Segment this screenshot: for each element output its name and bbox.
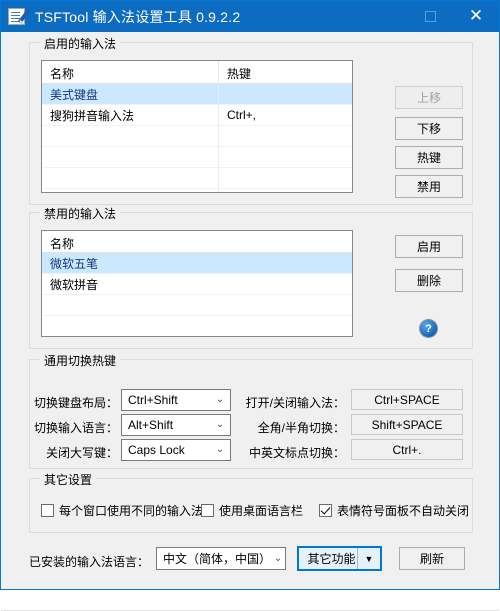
enabled-col-name: 名称: [42, 61, 219, 83]
disable-button[interactable]: 禁用: [395, 175, 463, 198]
enabled-list-header: 名称 热键: [42, 61, 352, 84]
chevron-down-icon: ⌄: [215, 444, 225, 455]
enabled-row-hotkey: Ctrl+,: [227, 108, 257, 122]
installed-language-label: 已安装的输入法语言：: [29, 555, 150, 569]
close-icon: ✕: [468, 6, 484, 26]
other-functions-split-button[interactable]: 其它功能 ▼: [297, 546, 382, 571]
list-item-empty: [42, 295, 352, 316]
checkbox-per-window-ime[interactable]: 每个窗口使用不同的输入法: [41, 502, 203, 519]
table-row[interactable]: 美式键盘: [42, 84, 352, 105]
switch-keyboard-layout-value: Ctrl+Shift: [128, 393, 178, 407]
checkbox-icon[interactable]: [41, 504, 54, 517]
table-row-empty: [42, 189, 352, 192]
enable-button[interactable]: 启用: [395, 235, 463, 258]
move-down-button[interactable]: 下移: [395, 117, 463, 140]
disabled-row-name: 微软拼音: [50, 277, 99, 292]
disabled-group-title: 禁用的输入法: [40, 205, 121, 222]
chevron-down-icon: ⌄: [215, 394, 225, 405]
delete-button[interactable]: 删除: [395, 269, 463, 292]
enabled-input-methods-list[interactable]: 名称 热键 美式键盘 搜狗拼音输入法 Ctrl+,: [41, 60, 353, 193]
chevron-down-icon[interactable]: ▼: [357, 548, 380, 569]
chevron-down-icon: ⌄: [215, 419, 225, 430]
enabled-col-hotkey: 热键: [227, 67, 252, 81]
close-button[interactable]: ✕: [453, 1, 499, 32]
checkbox-icon[interactable]: [201, 504, 214, 517]
disabled-col-name: 名称: [50, 237, 75, 251]
hotkeys-group-title: 通用切换热键: [40, 352, 121, 369]
checkbox-icon[interactable]: [319, 504, 332, 517]
enabled-row-name: 搜狗拼音输入法: [50, 108, 135, 123]
help-icon[interactable]: ?: [420, 320, 437, 337]
refresh-button[interactable]: 刷新: [399, 547, 465, 570]
fullwidth-halfwidth-label: 全角/半角切换：: [257, 421, 345, 435]
checkbox-emoji-panel-no-autoclose[interactable]: 表情符号面板不自动关闭: [319, 502, 469, 519]
switch-keyboard-layout-label: 切换键盘布局：: [33, 396, 118, 410]
table-row-empty: [42, 147, 352, 168]
switch-input-language-combo[interactable]: Alt+Shift ⌄: [121, 414, 231, 436]
punctuation-switch-hotkey-button[interactable]: Ctrl+.: [351, 439, 463, 460]
chevron-down-icon: ⌄: [273, 552, 283, 564]
maximize-button[interactable]: [407, 1, 453, 32]
turn-off-caps-lock-value: Caps Lock: [128, 443, 185, 457]
turn-off-caps-lock-combo[interactable]: Caps Lock ⌄: [121, 439, 231, 461]
checkbox-desktop-language-bar-label: 使用桌面语言栏: [219, 504, 304, 518]
toggle-ime-hotkey-button[interactable]: Ctrl+SPACE: [351, 389, 463, 410]
turn-off-caps-lock-label: 关闭大写键：: [45, 446, 118, 460]
list-item-empty: [42, 316, 352, 336]
table-row-empty: [42, 168, 352, 189]
app-window: TSFTool 输入法设置工具 0.9.2.2 ✕ 启用的输入法 名称 热键 美…: [0, 0, 500, 611]
move-up-button[interactable]: 上移: [395, 86, 463, 109]
hotkey-button[interactable]: 热键: [395, 146, 463, 169]
disabled-list-header: 名称: [42, 231, 352, 253]
table-row[interactable]: 搜狗拼音输入法 Ctrl+,: [42, 105, 352, 126]
installed-language-value: 中文（简体，中国）: [163, 552, 272, 566]
client-area: 启用的输入法 名称 热键 美式键盘 搜狗拼音输入法 Ctrl+, 上移 下移 热…: [1, 32, 499, 611]
enabled-group-title: 启用的输入法: [40, 35, 121, 52]
checkbox-emoji-panel-no-autoclose-label: 表情符号面板不自动关闭: [337, 504, 470, 518]
fullwidth-halfwidth-hotkey-button[interactable]: Shift+SPACE: [351, 414, 463, 435]
title-bar: TSFTool 输入法设置工具 0.9.2.2 ✕: [1, 1, 499, 32]
list-item[interactable]: 微软五笔: [42, 253, 352, 274]
switch-input-language-label: 切换输入语言：: [33, 421, 118, 435]
disabled-input-methods-list[interactable]: 名称 微软五笔 微软拼音: [41, 230, 353, 337]
enabled-row-name: 美式键盘: [50, 87, 99, 102]
list-item[interactable]: 微软拼音: [42, 274, 352, 295]
disabled-row-name: 微软五笔: [50, 256, 99, 271]
switch-input-language-value: Alt+Shift: [128, 418, 174, 432]
checkbox-per-window-ime-label: 每个窗口使用不同的输入法: [59, 504, 204, 518]
maximize-icon: [424, 11, 436, 22]
installed-language-combo[interactable]: 中文（简体，中国） ⌄: [156, 547, 286, 570]
toggle-ime-label: 打开/关闭输入法：: [245, 396, 345, 410]
punctuation-switch-label: 中英文标点切换：: [248, 446, 345, 460]
other-functions-label: 其它功能: [307, 552, 356, 566]
table-row-empty: [42, 126, 352, 147]
enabled-list-column-divider: [218, 82, 219, 192]
checkbox-desktop-language-bar[interactable]: 使用桌面语言栏: [201, 502, 303, 519]
other-settings-title: 其它设置: [40, 471, 97, 488]
window-title: TSFTool 输入法设置工具 0.9.2.2: [35, 8, 241, 25]
app-icon: [8, 8, 31, 27]
switch-keyboard-layout-combo[interactable]: Ctrl+Shift ⌄: [121, 389, 231, 411]
